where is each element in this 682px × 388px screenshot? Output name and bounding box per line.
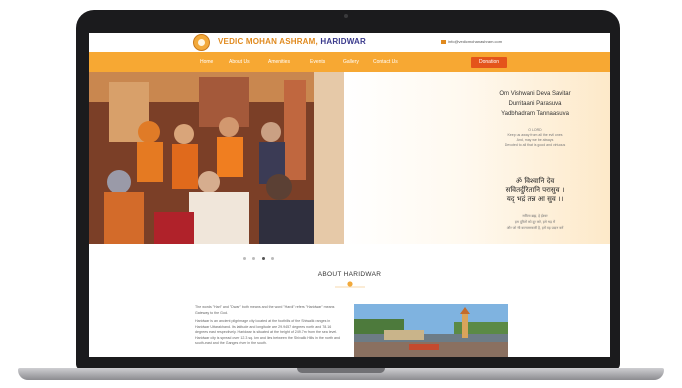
carousel-dot-4[interactable] bbox=[271, 257, 275, 260]
mantra-line-3: Yadbhadram Tannaasuva bbox=[501, 111, 569, 117]
haridwar-photo bbox=[354, 304, 508, 357]
carousel-dot-2[interactable] bbox=[252, 257, 256, 260]
site-brand[interactable]: VEDIC MOHAN ASHRAM, HARIDWAR bbox=[218, 37, 366, 46]
mantra-line-2: Durritaani Parasuva bbox=[508, 101, 562, 107]
hero-photo bbox=[89, 72, 344, 244]
ashram-logo-icon[interactable] bbox=[193, 34, 210, 51]
site-header: VEDIC MOHAN ASHRAM, HARIDWAR info@vedicm… bbox=[89, 33, 610, 52]
nav-item-about[interactable]: About Us bbox=[229, 59, 250, 65]
about-paragraph-2: Haridwar is an ancient pilgrimage city l… bbox=[195, 319, 341, 345]
lotus-divider-icon bbox=[335, 281, 365, 288]
haridwar-photo-scene bbox=[354, 304, 508, 357]
about-paragraphs: The words "Hari" and "Dwar" both means a… bbox=[195, 305, 343, 347]
hero-photo-scene bbox=[89, 72, 344, 244]
nav-item-events[interactable]: Events bbox=[310, 59, 325, 65]
header-email[interactable]: info@vedicmohanashram.com bbox=[441, 39, 502, 44]
nav-item-home[interactable]: Home bbox=[200, 59, 213, 65]
about-paragraph-1: The words "Hari" and "Dwar" both means a… bbox=[195, 305, 335, 315]
nav-item-contact[interactable]: Contact Us bbox=[373, 59, 398, 65]
envelope-icon bbox=[441, 39, 446, 44]
meaning-line-4: Devoted to all that is good and virtuous bbox=[504, 143, 566, 147]
laptop-screen: VEDIC MOHAN ASHRAM, HARIDWAR info@vedicm… bbox=[89, 33, 610, 357]
brand-sub: HARIDWAR bbox=[317, 37, 366, 46]
sanskrit-meaning-1: सविता ब्रह्म, हे ईश्वर bbox=[522, 214, 548, 218]
sanskrit-meaning-2: हम दूरितों को दूर करे, हमे भद्र में bbox=[514, 220, 556, 224]
nav-item-amenities[interactable]: Amenities bbox=[268, 59, 290, 65]
nav-item-gallery[interactable]: Gallery bbox=[343, 59, 359, 65]
carousel-dot-1[interactable] bbox=[243, 257, 246, 260]
webcam-icon bbox=[344, 14, 348, 18]
main-navbar: Home About Us Amenities Events Gallery C… bbox=[89, 52, 610, 72]
about-title: ABOUT HARIDWAR bbox=[317, 271, 382, 278]
header-email-text: info@vedicmohanashram.com bbox=[448, 39, 503, 44]
sanskrit-meaning-3: और जो भी कल्याणकारी है, हमें वह प्रदान क… bbox=[506, 226, 564, 230]
carousel-dot-3[interactable] bbox=[261, 257, 265, 260]
laptop-notch bbox=[297, 368, 385, 373]
donation-button[interactable]: Donation bbox=[471, 57, 507, 68]
carousel-dots bbox=[243, 247, 276, 265]
sanskrit-line-3: यद् भद्रं तन्न आ सुव ।। bbox=[506, 195, 564, 203]
sanskrit-line-1: ॐ विश्वानि देव bbox=[515, 177, 555, 185]
brand-main: VEDIC MOHAN ASHRAM, bbox=[218, 37, 318, 46]
sanskrit-line-2: सवितर्दुरितानि परासुव । bbox=[505, 186, 565, 194]
mantra-line-1: Om Vishwani Deva Savitar bbox=[499, 91, 571, 97]
